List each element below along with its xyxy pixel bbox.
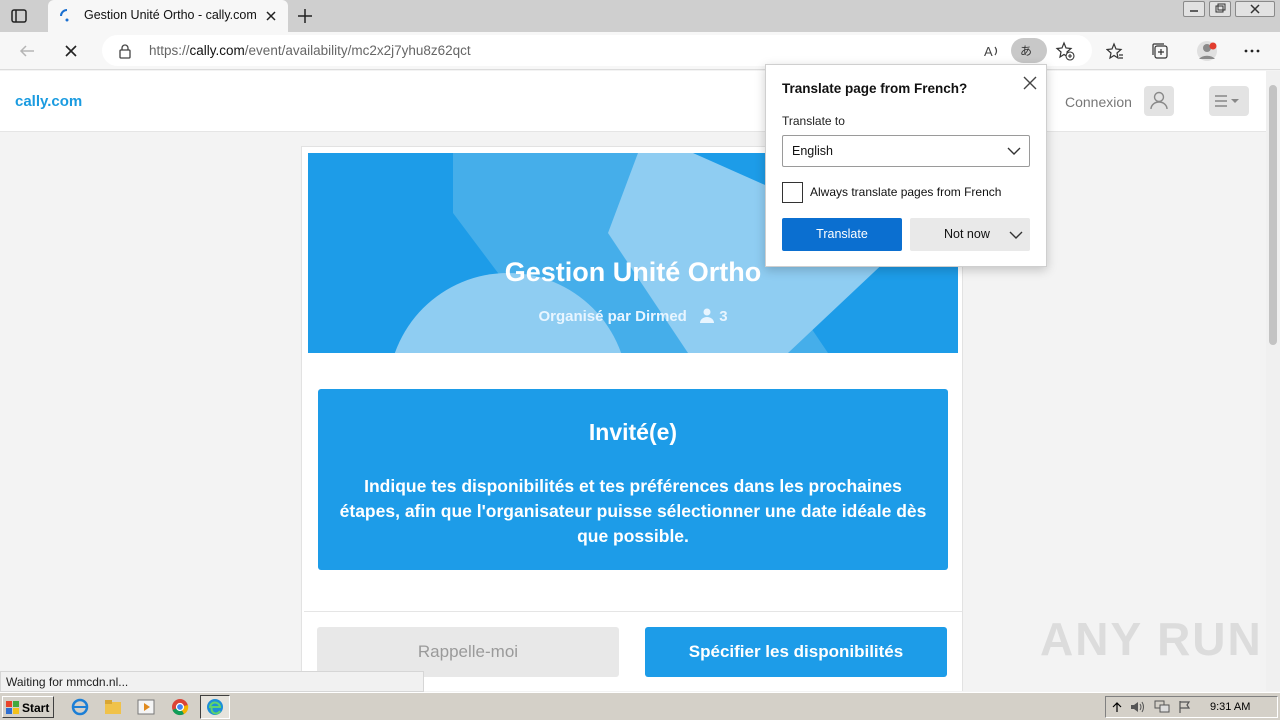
tab-actions-icon[interactable] xyxy=(10,7,28,25)
network-icon[interactable] xyxy=(1154,700,1170,714)
add-favorite-icon[interactable] xyxy=(1055,41,1075,61)
address-bar[interactable]: https://cally.com/event/availability/mc2… xyxy=(102,35,1092,66)
new-tab-icon[interactable] xyxy=(296,7,314,25)
favorites-icon[interactable] xyxy=(1106,42,1124,60)
collections-icon[interactable] xyxy=(1151,42,1169,60)
site-header: cally.com Connexion xyxy=(0,71,1266,132)
start-label: Start xyxy=(22,701,50,715)
close-icon[interactable] xyxy=(264,9,278,23)
flag-icon[interactable] xyxy=(1178,700,1192,714)
svg-text:A: A xyxy=(984,44,993,59)
file-explorer-icon[interactable] xyxy=(104,698,122,716)
minimize-button[interactable] xyxy=(1183,1,1205,17)
more-options-icon[interactable] xyxy=(1243,42,1261,60)
windows-taskbar: Start 9:31 AM xyxy=(0,692,1280,720)
always-translate-label: Always translate pages from French xyxy=(810,185,1002,199)
media-player-icon[interactable] xyxy=(137,698,155,716)
browser-titlebar: Gestion Unité Ortho - cally.com xyxy=(0,0,1280,32)
user-avatar-button[interactable] xyxy=(1144,86,1174,116)
invite-panel: Invité(e) Indique tes disponibilités et … xyxy=(318,389,948,570)
edge-icon xyxy=(207,699,223,715)
tab-title: Gestion Unité Ortho - cally.com xyxy=(84,8,257,22)
page-scrollbar[interactable] xyxy=(1266,71,1280,691)
taskbar-edge-active[interactable] xyxy=(200,695,230,719)
menu-button[interactable] xyxy=(1209,86,1249,116)
minimize-icon xyxy=(1190,10,1198,12)
selected-language: English xyxy=(792,144,833,158)
url-text[interactable]: https://cally.com/event/availability/mc2… xyxy=(149,43,471,58)
stop-loading-icon[interactable] xyxy=(62,42,80,60)
back-arrow-icon[interactable] xyxy=(18,42,36,60)
profile-avatar-icon[interactable] xyxy=(1196,40,1218,62)
windows-logo-icon xyxy=(6,701,19,714)
volume-icon[interactable] xyxy=(1130,700,1146,714)
chevron-down-icon xyxy=(1007,147,1021,155)
internet-explorer-icon[interactable] xyxy=(71,698,89,716)
close-window-button[interactable] xyxy=(1235,1,1275,17)
translate-button[interactable]: あ xyxy=(1011,38,1047,63)
restore-icon xyxy=(1215,3,1226,13)
language-select[interactable]: English xyxy=(782,135,1030,167)
not-now-label: Not now xyxy=(944,227,990,241)
site-logo[interactable]: cally.com xyxy=(15,93,82,110)
close-window-icon xyxy=(1250,4,1260,14)
translate-icon: あ xyxy=(1020,44,1033,58)
close-icon[interactable] xyxy=(1021,74,1039,92)
event-organizer: Organisé par Dirmed xyxy=(538,308,687,325)
anyrun-watermark: ANY RUN xyxy=(1040,613,1263,665)
browser-navbar: https://cally.com/event/availability/mc2… xyxy=(0,32,1280,70)
loading-icon xyxy=(60,9,69,22)
specify-availability-button[interactable]: Spécifier les disponibilités xyxy=(645,627,947,677)
invite-title: Invité(e) xyxy=(588,419,678,445)
translate-confirm-button[interactable]: Translate xyxy=(782,218,902,251)
participant-icon xyxy=(700,308,715,323)
translate-to-label: Translate to xyxy=(782,114,845,128)
chrome-icon[interactable] xyxy=(171,698,189,716)
participant-count: 3 xyxy=(719,308,728,325)
read-aloud-icon[interactable]: A xyxy=(983,42,1001,60)
event-organizer-line: Organisé par Dirmed 3 xyxy=(308,307,958,325)
hamburger-icon xyxy=(1215,95,1239,107)
scrollbar-thumb[interactable] xyxy=(1269,85,1277,345)
translate-popup: Translate page from French? Translate to… xyxy=(765,64,1047,267)
always-translate-checkbox[interactable] xyxy=(782,182,803,203)
invite-text: Indique tes disponibilités et tes préfér… xyxy=(339,476,927,546)
user-icon xyxy=(1150,91,1168,110)
start-button[interactable]: Start xyxy=(2,696,54,718)
url-path: /event/availability/mc2x2j7yhu8z62qct xyxy=(244,43,471,58)
chevron-down-icon[interactable] xyxy=(1009,230,1023,240)
lock-icon[interactable] xyxy=(118,43,132,59)
browser-tab[interactable]: Gestion Unité Ortho - cally.com xyxy=(48,0,288,32)
login-link[interactable]: Connexion xyxy=(1065,94,1132,110)
remind-me-button[interactable]: Rappelle-moi xyxy=(317,627,619,677)
not-now-button[interactable]: Not now xyxy=(910,218,1030,251)
system-tray: 9:31 AM xyxy=(1105,696,1278,718)
taskbar-clock[interactable]: 9:31 AM xyxy=(1210,701,1250,713)
chevron-up-icon[interactable] xyxy=(1112,701,1122,713)
restore-button[interactable] xyxy=(1209,1,1231,17)
status-bar: Waiting for mmcdn.nl... xyxy=(0,671,424,692)
translate-popup-title: Translate page from French? xyxy=(782,81,968,96)
url-host: cally.com xyxy=(189,43,245,58)
url-prefix: https:// xyxy=(149,43,190,58)
